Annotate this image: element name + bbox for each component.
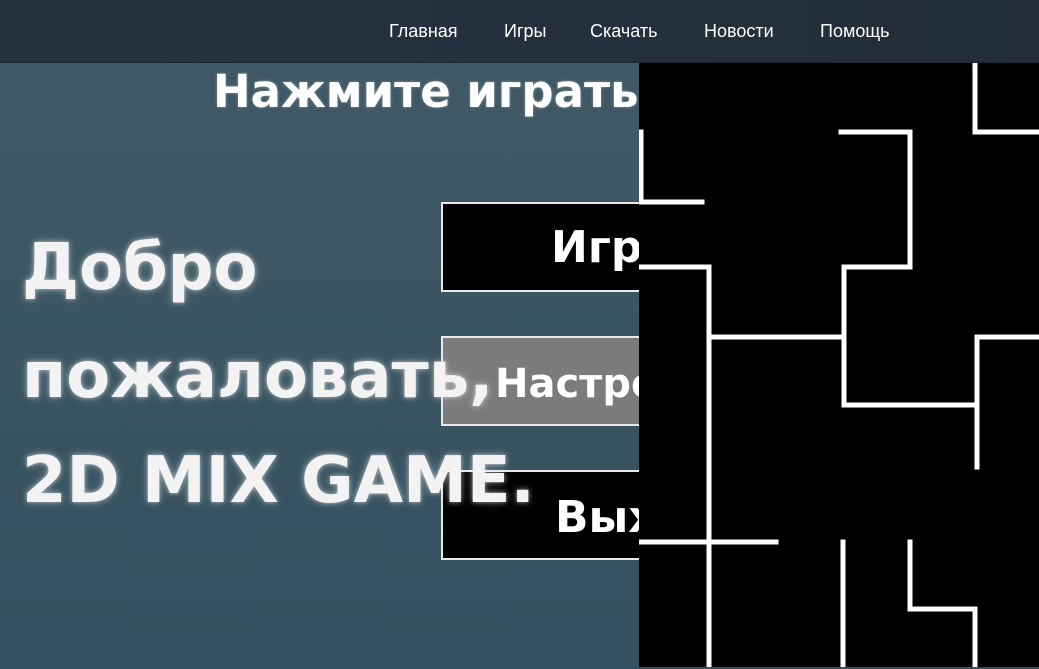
nav-link-help[interactable]: Помощь xyxy=(820,21,890,42)
nav-link-download[interactable]: Скачать xyxy=(590,21,658,42)
nav-link-news[interactable]: Новости xyxy=(704,21,774,42)
page: Главная Игры Скачать Новости Помощь Нажм… xyxy=(0,0,1039,669)
play-button[interactable]: Играть xyxy=(441,202,671,292)
press-play-prompt: Нажмите играть xyxy=(213,65,639,118)
maze-wall xyxy=(838,129,913,270)
maze-wall xyxy=(841,264,978,408)
maze-walls xyxy=(639,62,1039,667)
welcome-line-2: пожаловать, xyxy=(22,339,494,413)
maze-wall xyxy=(972,62,1039,135)
maze-wall xyxy=(974,334,1039,470)
maze-wall xyxy=(907,539,978,667)
top-navbar: Главная Игры Скачать Новости Помощь xyxy=(0,0,1039,63)
maze-wall xyxy=(639,264,712,545)
maze-wall xyxy=(639,129,705,205)
welcome-line-1: Добро xyxy=(22,231,258,305)
nav-link-home[interactable]: Главная xyxy=(389,21,458,42)
maze-panel[interactable] xyxy=(639,62,1039,667)
welcome-line-3: 2D MIX GAME. xyxy=(22,444,535,518)
nav-link-games[interactable]: Игры xyxy=(504,21,546,42)
